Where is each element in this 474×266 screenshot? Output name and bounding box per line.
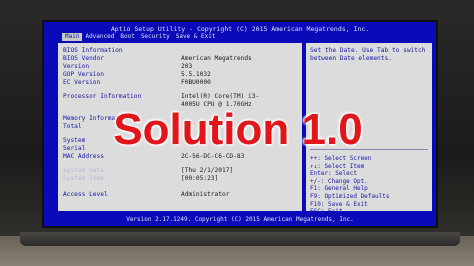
key-hint: F1: General Help (310, 185, 368, 193)
row-label: System Date (63, 167, 104, 174)
tab-boot[interactable]: Boot (117, 33, 137, 41)
key-hint: ↑↓: Select Item (310, 162, 365, 170)
key-hint: +/-: Change Opt. (310, 177, 368, 185)
bios-menu-bar: Main Advanced Boot Security Save & Exit (44, 33, 436, 41)
row-label: System Time (63, 175, 104, 182)
row-value: Administrator (181, 191, 230, 198)
key-hint: Enter: Select (310, 170, 357, 178)
tab-advanced[interactable]: Advanced (82, 33, 117, 41)
tab-main[interactable]: Main (62, 33, 83, 41)
key-hint: F10: Save & Exit (310, 200, 368, 208)
system-time-field[interactable]: [00:05:23] (181, 175, 218, 183)
row-value: American Megatrends (181, 55, 252, 62)
tab-security[interactable]: Security (138, 33, 173, 41)
row-label: EC Version (63, 79, 101, 86)
key-hint: F9: Optimized Defaults (310, 192, 390, 200)
laptop-base (20, 232, 460, 246)
row-value: F0BU0000 (181, 79, 211, 86)
row-label: Access Level (63, 191, 108, 198)
row-value: 5.5.1032 (181, 71, 211, 78)
help-text: Set the Date. Use Tab to switch between … (310, 47, 426, 62)
bios-footer: Version 2.17.1249. Copyright (C) 2015 Am… (126, 216, 354, 223)
system-date-field[interactable]: [Thu 2/1/2017] (181, 167, 233, 175)
row-label: Version (63, 63, 90, 70)
row-label: BIOS Vendor (63, 55, 104, 62)
solution-overlay-caption: Solution 1.0 (113, 105, 363, 154)
key-legend: ++: Select Screen ↑↓: Select Item Enter:… (310, 155, 389, 216)
row-label: BIOS Information (63, 47, 123, 54)
tab-save-exit[interactable]: Save & Exit (173, 33, 219, 41)
key-hint: ESC: Exit (310, 208, 343, 216)
row-value: 203 (181, 63, 193, 70)
row-label: GOP Version (63, 71, 104, 78)
bios-title: Aptio Setup Utility - Copyright (C) 2015… (110, 25, 370, 33)
